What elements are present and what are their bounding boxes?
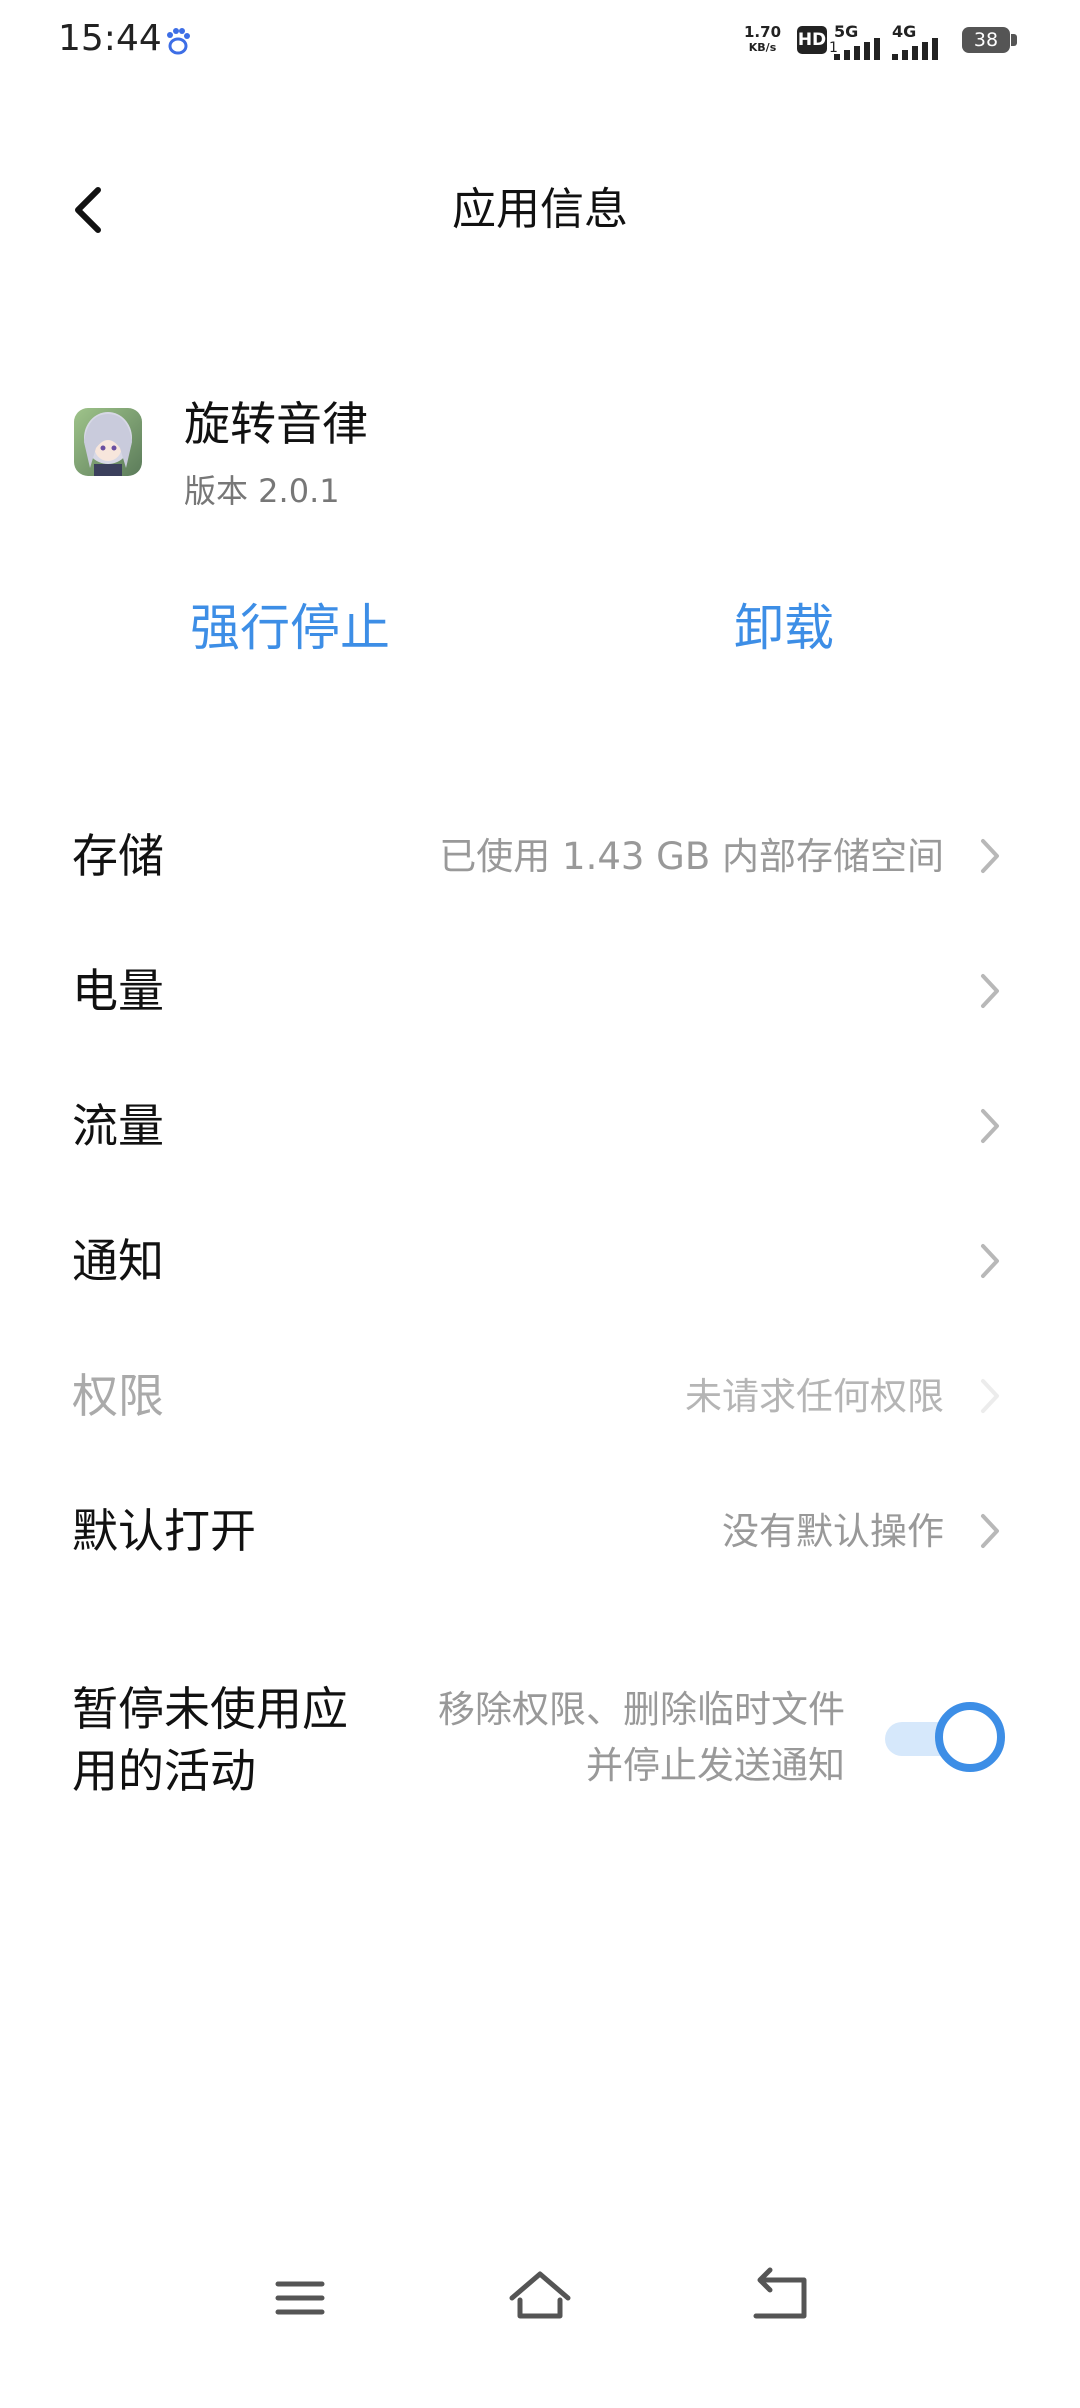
permissions-value: 未请求任何权限 <box>685 1375 944 1418</box>
app-name: 旋转音律 <box>184 397 368 451</box>
open-by-default-value: 没有默认操作 <box>722 1510 944 1553</box>
signal-bars-icon <box>834 38 880 60</box>
chevron-right-icon <box>981 1109 999 1143</box>
hd-voice-icon: HD <box>797 26 827 54</box>
chevron-right-icon <box>981 974 999 1008</box>
chevron-right-icon <box>981 1514 999 1548</box>
notifications-label: 通知 <box>72 1234 164 1288</box>
signal-bars-icon <box>892 38 938 60</box>
data-usage-label: 流量 <box>72 1099 164 1153</box>
toggle-knob <box>935 1702 1005 1772</box>
app-icon <box>74 408 142 476</box>
page-title: 应用信息 <box>452 184 628 235</box>
storage-row[interactable]: 存储 已使用 1.43 GB 内部存储空间 <box>0 787 1080 925</box>
battery-icon: 38 <box>962 27 1010 53</box>
menu-icon[interactable] <box>260 2258 340 2338</box>
storage-value: 已使用 1.43 GB 内部存储空间 <box>439 835 944 878</box>
storage-label: 存储 <box>72 829 164 883</box>
open-by-default-label: 默认打开 <box>72 1504 256 1558</box>
chevron-right-icon <box>981 1244 999 1278</box>
pause-activity-toggle[interactable] <box>885 1702 1005 1774</box>
permissions-row: 权限 未请求任何权限 <box>0 1327 1080 1465</box>
network-speed: 1.70 KB/s <box>744 23 782 54</box>
battery-tip <box>1011 34 1017 46</box>
pause-activity-description: 移除权限、删除临时文件并停止发送通知 <box>438 1688 845 1787</box>
chevron-right-icon <box>981 1379 999 1413</box>
anime-character-icon <box>74 408 142 476</box>
permissions-label: 权限 <box>72 1369 164 1423</box>
battery-row[interactable]: 电量 <box>0 922 1080 1060</box>
signal-4g-icon: 4G <box>890 22 948 62</box>
notifications-row[interactable]: 通知 <box>0 1192 1080 1330</box>
open-by-default-row[interactable]: 默认打开 没有默认操作 <box>0 1462 1080 1600</box>
baidu-paw-icon <box>167 28 190 55</box>
data-usage-row[interactable]: 流量 <box>0 1057 1080 1195</box>
app-version: 版本 2.0.1 <box>184 472 340 510</box>
force-stop-button[interactable]: 强行停止 <box>190 588 390 660</box>
uninstall-button[interactable]: 卸载 <box>734 588 834 660</box>
back-arrow-icon[interactable] <box>60 180 120 240</box>
signal-5g-icon: 5G <box>832 22 890 62</box>
back-nav-icon[interactable] <box>740 2258 820 2338</box>
chevron-right-icon <box>981 839 999 873</box>
status-time: 15:44 <box>58 18 162 59</box>
battery-label: 电量 <box>72 964 164 1018</box>
home-icon[interactable] <box>500 2258 580 2338</box>
pause-unused-activity-row: 暂停未使用应用的活动 移除权限、删除临时文件并停止发送通知 <box>0 1662 1080 1822</box>
status-bar: 15:44 1.70 KB/s HD 1 5G 4G 38 <box>0 0 1080 84</box>
pause-activity-label: 暂停未使用应用的活动 <box>72 1682 348 1798</box>
